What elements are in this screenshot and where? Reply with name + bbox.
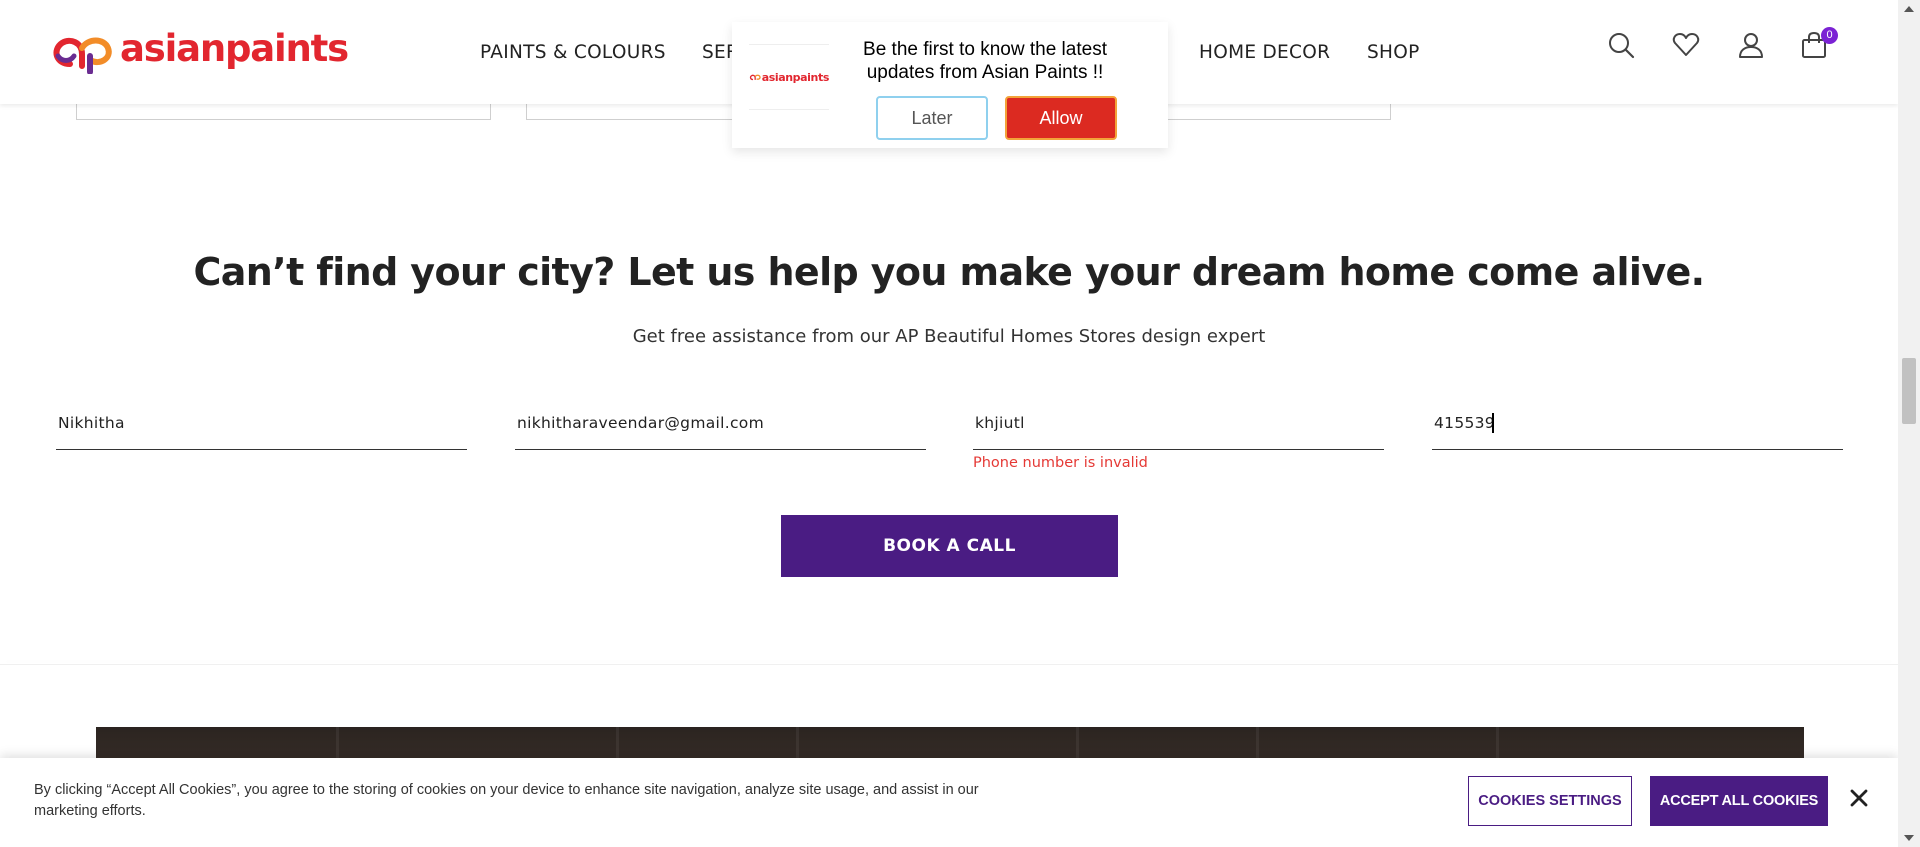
pincode-field — [1432, 402, 1843, 450]
name-field — [56, 402, 467, 450]
pincode-input[interactable] — [1432, 402, 1843, 432]
cookies-settings-button[interactable]: COOKIES SETTINGS — [1468, 776, 1632, 826]
close-icon[interactable] — [1848, 787, 1870, 809]
allow-button[interactable]: Allow — [1005, 96, 1117, 140]
email-field — [515, 402, 926, 450]
nav-paints-colours[interactable]: PAINTS & COLOURS — [480, 0, 666, 104]
cookie-banner: By clicking “Accept All Cookies”, you ag… — [0, 758, 1898, 847]
push-notification-prompt: asianpaints Be the first to know the lat… — [732, 22, 1168, 148]
nav-item-label[interactable]: PAINTS & COLOURS — [480, 42, 666, 63]
push-logo-mark-icon — [749, 74, 761, 81]
search-icon[interactable] — [1606, 30, 1636, 60]
user-icon[interactable] — [1736, 30, 1766, 60]
email-input[interactable] — [515, 402, 926, 432]
heart-icon[interactable] — [1671, 30, 1701, 60]
section-divider — [0, 664, 1898, 665]
phone-input[interactable] — [973, 402, 1384, 432]
scroll-up-icon[interactable] — [1904, 6, 1914, 12]
book-a-call-button[interactable]: BOOK A CALL — [781, 515, 1118, 577]
push-message: Be the first to know the latest updates … — [863, 39, 1107, 83]
cart-icon[interactable]: 0 — [1799, 27, 1838, 60]
nav-item-label[interactable]: HOME DECOR — [1199, 42, 1330, 63]
scroll-down-icon[interactable] — [1904, 835, 1914, 841]
logo-text: asianpaints — [120, 26, 349, 70]
text-caret — [1492, 413, 1494, 433]
cart-count-badge: 0 — [1821, 27, 1838, 44]
logo-mark-icon — [53, 37, 112, 74]
push-logo: asianpaints — [749, 44, 829, 110]
header-icons: 0 — [1606, 27, 1838, 60]
name-input[interactable] — [56, 402, 467, 432]
accept-all-cookies-button[interactable]: ACCEPT ALL COOKIES — [1650, 776, 1828, 826]
cookie-message: By clicking “Accept All Cookies”, you ag… — [34, 782, 979, 819]
nav-home-decor[interactable]: HOME DECOR — [1199, 0, 1330, 104]
scroll-thumb[interactable] — [1902, 358, 1916, 424]
push-logo-text: asianpaints — [761, 70, 830, 84]
nav-shop[interactable]: SHOP — [1367, 0, 1420, 104]
page-subtitle: Get free assistance from our AP Beautifu… — [632, 326, 1266, 347]
later-button[interactable]: Later — [876, 96, 988, 140]
phone-error-message: Phone number is invalid — [973, 455, 1148, 471]
phone-field — [973, 402, 1384, 450]
page-title: Can’t find your city? Let us help you ma… — [193, 250, 1705, 294]
page-scrollbar[interactable] — [1898, 0, 1920, 847]
asianpaints-logo[interactable]: asianpaints — [48, 26, 349, 74]
nav-item-label[interactable]: SHOP — [1367, 42, 1420, 63]
